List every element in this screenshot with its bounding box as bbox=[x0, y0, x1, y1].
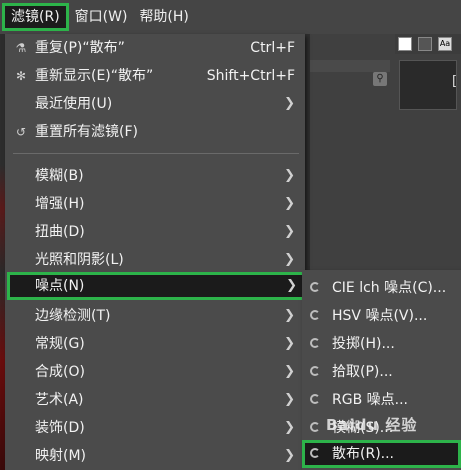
menu-item-shortcut: Ctrl+F bbox=[250, 40, 295, 56]
gegl-icon bbox=[310, 338, 320, 348]
chevron-right-icon: ❯ bbox=[284, 420, 295, 435]
menu-item-label: 装饰(D) bbox=[35, 420, 85, 436]
reset-icon: ↺ bbox=[15, 125, 27, 139]
repeat-icon: ⚗ bbox=[15, 41, 27, 55]
submenu-item-label: RGB 噪点... bbox=[332, 392, 408, 408]
submenu-item-cie-lch-noise[interactable]: CIE lch 噪点(C)... bbox=[302, 274, 461, 302]
menu-item-map[interactable]: 映射(M) ❯ bbox=[5, 442, 305, 470]
gegl-icon bbox=[310, 310, 320, 320]
menu-item-combine[interactable]: 合成(O) ❯ bbox=[5, 358, 305, 386]
chevron-right-icon: ❯ bbox=[284, 168, 295, 183]
chevron-right-icon: ❯ bbox=[284, 196, 295, 211]
font-icon[interactable]: Aa bbox=[438, 37, 452, 51]
gegl-icon bbox=[310, 282, 320, 292]
chevron-right-icon: ❯ bbox=[284, 96, 295, 111]
menu-item-label: 重复(P)“散布” bbox=[35, 40, 125, 56]
menubar-filters[interactable]: 滤镜(R) bbox=[2, 3, 69, 31]
menu-item-label: 常规(G) bbox=[35, 336, 85, 352]
chevron-right-icon: ❯ bbox=[284, 392, 295, 407]
baidu-watermark: Baidu 经验 bbox=[326, 416, 418, 434]
gegl-icon bbox=[310, 394, 320, 404]
menu-item-label: 重置所有滤镜(F) bbox=[35, 124, 138, 140]
chevron-right-icon: ❯ bbox=[284, 224, 295, 239]
gegl-icon bbox=[310, 448, 320, 458]
menu-item-edge-detect[interactable]: 边缘检测(T) ❯ bbox=[5, 302, 305, 330]
menu-item-reset-all[interactable]: ↺ 重置所有滤镜(F) bbox=[5, 118, 305, 146]
layer-thumbnail[interactable] bbox=[399, 60, 457, 110]
submenu-item-label: 投掷(H)... bbox=[332, 336, 395, 352]
zoom-icon[interactable]: ⚲ bbox=[373, 72, 387, 86]
menu-item-label: 重新显示(E)“散布” bbox=[35, 68, 154, 84]
chevron-right-icon: ❯ bbox=[284, 308, 295, 323]
menu-item-label: 增强(H) bbox=[35, 196, 85, 212]
menu-item-label: 模糊(B) bbox=[35, 168, 84, 184]
submenu-item-rgb-noise[interactable]: RGB 噪点... bbox=[302, 386, 461, 414]
chevron-right-icon: ❯ bbox=[284, 448, 295, 463]
gegl-icon bbox=[310, 366, 320, 376]
menu-item-label: 最近使用(U) bbox=[35, 96, 113, 112]
menu-item-distort[interactable]: 扭曲(D) ❯ bbox=[5, 218, 305, 246]
menu-item-label: 艺术(A) bbox=[35, 392, 84, 408]
menu-item-shortcut: Shift+Ctrl+F bbox=[206, 68, 295, 84]
menubar-windows[interactable]: 窗口(W) bbox=[69, 3, 134, 31]
menu-item-generic[interactable]: 常规(G) ❯ bbox=[5, 330, 305, 358]
menu-item-label: 边缘检测(T) bbox=[35, 308, 111, 324]
menu-item-label: 扭曲(D) bbox=[35, 224, 85, 240]
menu-item-recent[interactable]: 最近使用(U) ❯ bbox=[5, 90, 305, 118]
submenu-item-label: HSV 噪点(V)... bbox=[332, 308, 428, 324]
menu-item-label: 映射(M) bbox=[35, 448, 87, 464]
menu-separator bbox=[13, 153, 299, 154]
chevron-right-icon: ❯ bbox=[284, 364, 295, 379]
layer-label: [ bbox=[452, 74, 458, 89]
menu-item-blur[interactable]: 模糊(B) ❯ bbox=[5, 162, 305, 190]
menu-item-reshow[interactable]: ✻ 重新显示(E)“散布” Shift+Ctrl+F bbox=[5, 62, 305, 90]
menu-item-decor[interactable]: 装饰(D) ❯ bbox=[5, 414, 305, 442]
submenu-item-pick[interactable]: 拾取(P)... bbox=[302, 358, 461, 386]
submenu-item-hsv-noise[interactable]: HSV 噪点(V)... bbox=[302, 302, 461, 330]
filters-menu: ⚗ 重复(P)“散布” Ctrl+F ✻ 重新显示(E)“散布” Shift+C… bbox=[5, 34, 305, 470]
chevron-right-icon: ❯ bbox=[284, 336, 295, 351]
menu-item-label: 光照和阴影(L) bbox=[35, 252, 124, 268]
menu-item-label: 合成(O) bbox=[35, 364, 85, 380]
canvas-ruler bbox=[310, 60, 390, 72]
menu-item-artistic[interactable]: 艺术(A) ❯ bbox=[5, 386, 305, 414]
noise-submenu: CIE lch 噪点(C)... HSV 噪点(V)... 投掷(H)... 拾… bbox=[302, 270, 461, 470]
chevron-right-icon: ❯ bbox=[284, 252, 295, 267]
menu-item-enhance[interactable]: 增强(H) ❯ bbox=[5, 190, 305, 218]
menu-item-repeat[interactable]: ⚗ 重复(P)“散布” Ctrl+F bbox=[5, 34, 305, 62]
submenu-item-hurl[interactable]: 投掷(H)... bbox=[302, 330, 461, 358]
menubar: 滤镜(R) 窗口(W) 帮助(H) bbox=[0, 0, 461, 34]
menu-item-noise[interactable]: 噪点(N) ❯ bbox=[7, 272, 305, 300]
gradient-icon[interactable] bbox=[418, 37, 432, 51]
submenu-item-spread[interactable]: 散布(R)... bbox=[302, 440, 461, 468]
menu-item-light-shadow[interactable]: 光照和阴影(L) ❯ bbox=[5, 246, 305, 274]
menu-item-label: 噪点(N) bbox=[35, 278, 85, 294]
submenu-item-label: 散布(R)... bbox=[332, 446, 395, 462]
submenu-item-label: CIE lch 噪点(C)... bbox=[332, 280, 447, 296]
foreground-color-icon[interactable] bbox=[398, 37, 412, 51]
chevron-right-icon: ❯ bbox=[286, 278, 297, 293]
submenu-item-label: 拾取(P)... bbox=[332, 364, 393, 380]
menubar-help[interactable]: 帮助(H) bbox=[133, 3, 194, 31]
gegl-icon bbox=[310, 422, 320, 432]
reshow-icon: ✻ bbox=[15, 69, 27, 83]
